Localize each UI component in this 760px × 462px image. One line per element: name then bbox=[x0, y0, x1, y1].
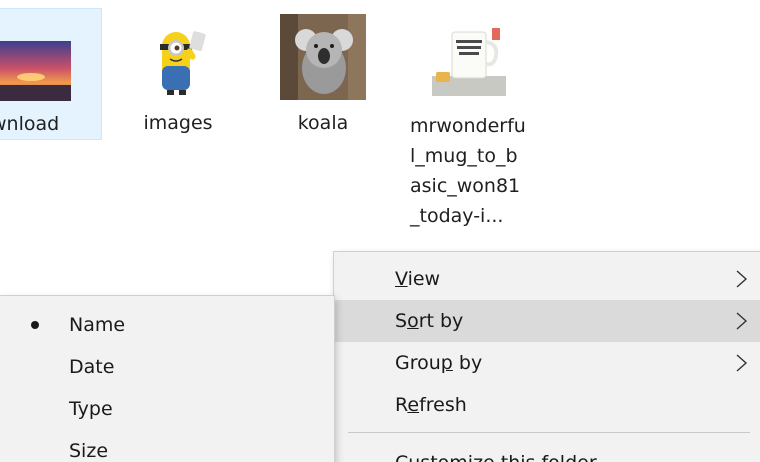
file-name: koala bbox=[297, 112, 349, 134]
file-explorer-view: wnload images bbox=[0, 0, 760, 462]
sort-option-type[interactable]: Type bbox=[0, 388, 334, 430]
minion-thumbnail bbox=[135, 14, 221, 100]
radio-bullet-icon bbox=[31, 321, 39, 329]
chevron-right-icon bbox=[736, 312, 748, 330]
file-name: wnload bbox=[0, 113, 60, 135]
file-name: mrwonderful_mug_to_basic_won81_today-i..… bbox=[410, 115, 526, 227]
sort-option-size[interactable]: Size bbox=[0, 430, 334, 462]
chevron-right-icon bbox=[736, 354, 748, 372]
menu-item-sort-by[interactable]: Sort by bbox=[334, 300, 760, 342]
sort-option-date[interactable]: Date bbox=[0, 346, 334, 388]
sort-by-submenu: Name Date Type Size bbox=[0, 296, 334, 462]
mug-thumbnail bbox=[426, 14, 512, 100]
menu-separator bbox=[348, 432, 750, 433]
koala-thumbnail bbox=[280, 14, 366, 100]
sunset-thumbnail bbox=[0, 41, 71, 101]
chevron-right-icon bbox=[736, 270, 748, 288]
sort-option-name[interactable]: Name bbox=[0, 304, 334, 346]
menu-item-view[interactable]: View bbox=[334, 258, 760, 300]
menu-item-group-by[interactable]: Group by bbox=[334, 342, 760, 384]
menu-item-customize-folder[interactable]: Customize this folder bbox=[334, 442, 760, 462]
file-item-koala[interactable]: koala bbox=[270, 8, 376, 140]
file-item-mug[interactable]: mrwonderful_mug_to_basic_won81_today-i..… bbox=[406, 8, 532, 248]
menu-item-refresh[interactable]: Refresh bbox=[334, 384, 760, 426]
file-name: images bbox=[143, 112, 213, 134]
file-item-images[interactable]: images bbox=[125, 8, 231, 140]
context-menu: View Sort by Group by Refresh Customize … bbox=[334, 252, 760, 462]
file-item-download[interactable]: wnload bbox=[0, 8, 102, 140]
